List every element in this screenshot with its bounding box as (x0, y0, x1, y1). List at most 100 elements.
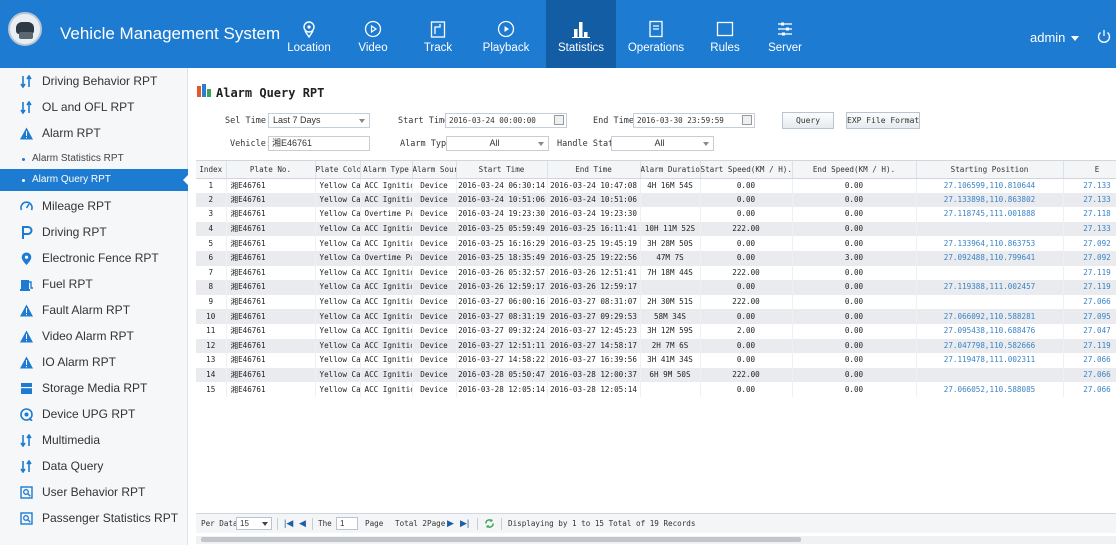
tab-operations[interactable]: Operations (621, 0, 691, 68)
column-header[interactable]: E (1063, 161, 1116, 179)
column-header[interactable]: End Speed(KM / H). (792, 161, 917, 179)
table-cell[interactable]: 27.095438,110.688476 (916, 323, 1064, 339)
table-cell[interactable]: 27.092 (1063, 236, 1116, 251)
sidebar-item-fault-alarm-rpt[interactable]: Fault Alarm RPT (0, 297, 188, 323)
table-cell[interactable]: 27.066 (1063, 367, 1116, 383)
tab-playback[interactable]: Playback (471, 0, 541, 68)
column-header[interactable]: Plate Color (315, 161, 361, 179)
sidebar-item-alarm-statistics-rpt[interactable]: Alarm Statistics RPT (0, 148, 188, 170)
table-row[interactable]: 10湘E46761Yellow CardACC IgnitionDevice20… (196, 309, 1116, 324)
prev-page-icon[interactable]: ◀ (299, 518, 306, 528)
export-format-button[interactable]: EXP File Format (846, 112, 920, 129)
column-header[interactable]: Index (196, 161, 227, 179)
user-menu[interactable]: admin (1030, 30, 1080, 45)
sidebar-item-device-upg-rpt[interactable]: Device UPG RPT (0, 401, 188, 427)
start-time-input[interactable]: 2016-03-24 00:00:00 (445, 113, 567, 128)
sidebar-item-fuel-rpt[interactable]: Fuel RPT (0, 271, 188, 297)
table-cell[interactable] (916, 265, 1064, 281)
table-cell[interactable]: 27.092 (1063, 250, 1116, 266)
table-cell[interactable]: 27.092488,110.799641 (916, 250, 1064, 266)
power-icon[interactable] (1096, 28, 1112, 44)
table-cell[interactable]: 27.066 (1063, 382, 1116, 397)
alarm-type-select[interactable]: All (446, 136, 549, 151)
table-cell[interactable]: 27.119 (1063, 338, 1116, 354)
column-header[interactable]: Starting Position (916, 161, 1064, 179)
table-cell[interactable] (916, 367, 1064, 383)
sidebar-item-electronic-fence-rpt[interactable]: Electronic Fence RPT (0, 245, 188, 271)
calendar-icon[interactable] (554, 115, 564, 125)
table-row[interactable]: 13湘E46761Yellow CardACC IgnitionDevice20… (196, 353, 1116, 368)
table-row[interactable]: 14湘E46761Yellow CardACC IgnitionDevice20… (196, 367, 1116, 383)
table-cell[interactable]: 27.119388,111.002457 (916, 280, 1064, 295)
table-row[interactable]: 4湘E46761Yellow CardACC IgnitionDevice201… (196, 221, 1116, 237)
per-data-select[interactable]: 15 (236, 517, 272, 530)
table-cell[interactable]: 27.066 (1063, 353, 1116, 368)
query-button[interactable]: Query (782, 112, 834, 129)
end-time-input[interactable]: 2016-03-30 23:59:59 (633, 113, 755, 128)
column-header[interactable]: Start Speed(KM / H). (700, 161, 793, 179)
table-cell[interactable]: 27.133964,110.863753 (916, 236, 1064, 251)
table-row[interactable]: 12湘E46761Yellow CardACC IgnitionDevice20… (196, 338, 1116, 354)
tab-statistics[interactable]: Statistics (546, 0, 616, 68)
horizontal-scrollbar[interactable] (196, 536, 1116, 544)
table-row[interactable]: 3湘E46761Yellow CardOvertime ParkingDevic… (196, 207, 1116, 222)
table-row[interactable]: 7湘E46761Yellow CardACC IgnitionDevice201… (196, 265, 1116, 281)
table-cell[interactable] (916, 294, 1064, 310)
table-cell[interactable]: 27.119 (1063, 265, 1116, 281)
tab-location[interactable]: Location (274, 0, 344, 68)
table-cell[interactable]: 27.095 (1063, 309, 1116, 324)
table-cell[interactable] (916, 221, 1064, 237)
column-header[interactable]: End Time (547, 161, 641, 179)
tab-track[interactable]: Track (403, 0, 473, 68)
tab-server[interactable]: Server (750, 0, 820, 68)
table-row[interactable]: 5湘E46761Yellow CardACC IgnitionDevice201… (196, 236, 1116, 251)
table-cell[interactable]: 27.133 (1063, 221, 1116, 237)
sidebar-item-driving-rpt[interactable]: Driving RPT (0, 219, 188, 245)
column-header[interactable]: Start Time (456, 161, 548, 179)
column-header[interactable]: Plate No. (226, 161, 316, 179)
column-header[interactable]: Alarm Type (360, 161, 413, 179)
sel-time-select[interactable]: Last 7 Days (268, 113, 370, 128)
sidebar-item-storage-media-rpt[interactable]: Storage Media RPT (0, 375, 188, 401)
table-cell[interactable]: 27.119478,111.002311 (916, 353, 1064, 368)
calendar-icon[interactable] (742, 115, 752, 125)
table-cell[interactable]: 27.119 (1063, 280, 1116, 295)
next-page-icon[interactable]: ▶ (447, 518, 454, 528)
scrollbar-thumb[interactable] (201, 537, 801, 542)
table-cell[interactable]: 27.133 (1063, 192, 1116, 208)
table-cell[interactable]: 27.106599,110.810644 (916, 178, 1064, 193)
sidebar-item-io-alarm-rpt[interactable]: IO Alarm RPT (0, 349, 188, 375)
table-cell[interactable]: 27.133898,110.863802 (916, 192, 1064, 208)
sidebar-item-ol-and-ofl-rpt[interactable]: OL and OFL RPT (0, 94, 188, 120)
sidebar-item-user-behavior-rpt[interactable]: User Behavior RPT (0, 479, 188, 505)
table-row[interactable]: 6湘E46761Yellow CardOvertime ParkingDevic… (196, 250, 1116, 266)
page-number-input[interactable]: 1 (336, 517, 358, 530)
sidebar-item-alarm-rpt[interactable]: Alarm RPT (0, 120, 188, 146)
table-row[interactable]: 11湘E46761Yellow CardACC IgnitionDevice20… (196, 323, 1116, 339)
table-cell[interactable]: 27.118745,111.001888 (916, 207, 1064, 222)
sidebar-item-driving-behavior-rpt[interactable]: Driving Behavior RPT (0, 68, 188, 94)
sidebar-item-video-alarm-rpt[interactable]: Video Alarm RPT (0, 323, 188, 349)
vehicle-input[interactable]: 湘E46761 (268, 136, 370, 151)
table-row[interactable]: 9湘E46761Yellow CardACC IgnitionDevice201… (196, 294, 1116, 310)
table-row[interactable]: 1湘E46761Yellow CardACC IgnitionDevice201… (196, 178, 1116, 193)
table-cell[interactable]: 27.133 (1063, 178, 1116, 193)
tab-video[interactable]: Video (338, 0, 408, 68)
last-page-icon[interactable]: ▶| (460, 518, 469, 528)
sidebar-item-multimedia[interactable]: Multimedia (0, 427, 188, 453)
table-cell[interactable]: 27.066052,110.588085 (916, 382, 1064, 397)
handle-status-select[interactable]: All (611, 136, 714, 151)
table-cell[interactable]: 27.047 (1063, 323, 1116, 339)
table-cell[interactable]: 27.066092,110.588281 (916, 309, 1064, 324)
column-header[interactable]: Alarm Duration (640, 161, 701, 179)
table-cell[interactable]: 27.047798,110.582666 (916, 338, 1064, 354)
table-cell[interactable]: 27.118 (1063, 207, 1116, 222)
table-cell[interactable]: 27.066 (1063, 294, 1116, 310)
sidebar-item-mileage-rpt[interactable]: Mileage RPT (0, 193, 188, 219)
column-header[interactable]: Alarm Source (412, 161, 457, 179)
sidebar-item-passenger-statistics-rpt[interactable]: Passenger Statistics RPT (0, 505, 188, 531)
sidebar-item-alarm-query-rpt[interactable]: Alarm Query RPT (0, 169, 189, 191)
table-row[interactable]: 15湘E46761Yellow CardACC IgnitionDevice20… (196, 382, 1116, 397)
table-row[interactable]: 2湘E46761Yellow CardACC IgnitionDevice201… (196, 192, 1116, 208)
table-row[interactable]: 8湘E46761Yellow CardACC IgnitionDevice201… (196, 280, 1116, 295)
